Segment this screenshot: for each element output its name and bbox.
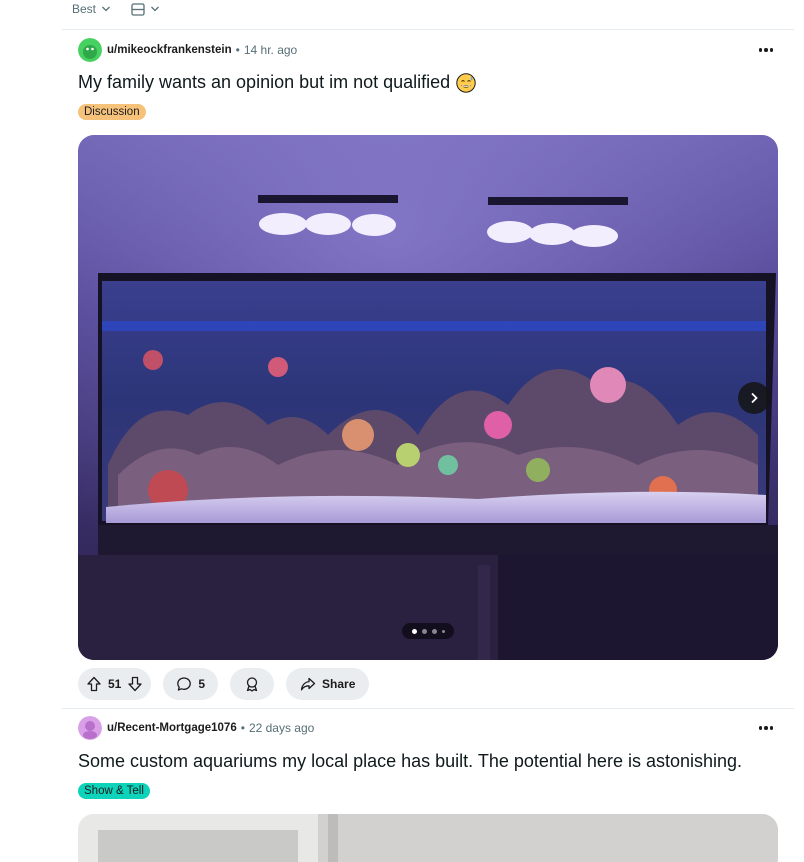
grinning-sweat-emoji-icon [456,72,476,93]
post-flair[interactable]: Discussion [78,104,146,120]
pagination-dot [441,629,445,633]
flair-label: Discussion [84,106,140,118]
share-icon [300,677,316,691]
post-meta: u/mikeockfrankenstein • 14 hr. ago [78,38,297,62]
sort-dropdown[interactable]: Best [72,2,111,16]
gallery-next-button[interactable] [738,382,770,414]
post-flair[interactable]: Show & Tell [78,783,150,799]
post-time: 14 hr. ago [243,43,298,57]
downvote-button[interactable] [127,676,143,692]
chevron-down-icon [102,6,110,12]
gallery-pagination [402,623,454,639]
share-button[interactable]: Share [286,668,370,700]
post-title-text: My family wants an opinion but im not qu… [78,72,451,92]
pagination-dot [411,628,417,634]
vote-bar: 51 [78,668,152,700]
comment-icon [177,677,192,691]
more-icon [758,48,774,52]
view-dropdown[interactable] [131,2,160,16]
more-icon [758,726,774,730]
upvote-icon [87,676,101,692]
comments-button[interactable]: 5 [163,668,219,700]
chevron-right-icon [751,392,758,404]
post-time: 22 days ago [248,721,315,735]
more-options-button[interactable] [754,38,778,62]
separator-dot: • [235,43,240,57]
award-button[interactable] [230,668,275,700]
card-view-icon [131,2,145,16]
username[interactable]: u/Recent-Mortgage1076 [107,722,237,734]
username[interactable]: u/mikeockfrankenstein [107,44,232,56]
avatar[interactable] [78,716,102,740]
post-title[interactable]: Some custom aquariums my local place has… [78,751,742,772]
aquarium-photo [78,135,778,660]
more-options-button[interactable] [754,716,778,740]
post-card[interactable]: u/Recent-Mortgage1076 • 22 days ago Some… [62,709,794,862]
chevron-down-icon [151,6,159,12]
post-title-text: Some custom aquariums my local place has… [78,751,743,771]
downvote-icon [128,676,143,692]
post-image-gallery[interactable] [78,135,778,660]
pagination-dot [431,628,437,634]
post-meta: u/Recent-Mortgage1076 • 22 days ago [78,716,314,740]
upvote-button[interactable] [86,676,102,692]
post-actions: 51 5 Share [78,668,370,700]
avatar[interactable] [78,38,102,62]
sort-label: Best [72,2,97,16]
post-card[interactable]: u/mikeockfrankenstein • 14 hr. ago My fa… [62,30,794,708]
sort-bar: Best [72,0,160,18]
award-icon [246,677,258,692]
upvote-count: 51 [108,677,122,691]
share-label: Share [322,677,356,691]
comment-count: 5 [198,677,206,691]
flair-label: Show & Tell [84,785,144,797]
separator-dot: • [240,721,245,735]
pagination-dot [421,628,427,634]
room-photo [78,814,778,862]
post-image[interactable] [78,814,778,862]
post-title[interactable]: My family wants an opinion but im not qu… [78,72,476,93]
